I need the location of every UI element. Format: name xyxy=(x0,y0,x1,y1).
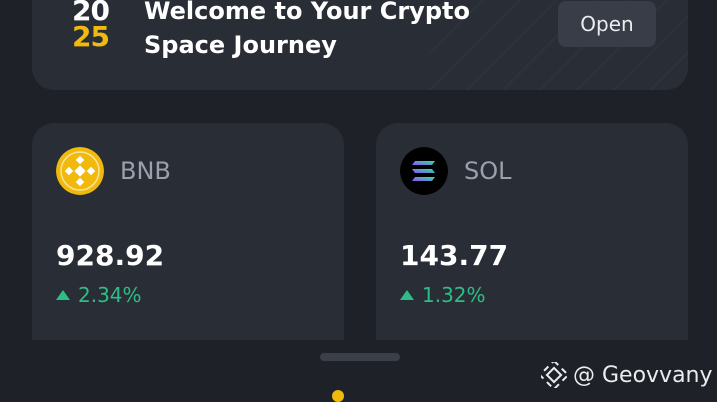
coin-price: 928.92 xyxy=(56,239,165,272)
price-change-value: 1.32% xyxy=(422,283,486,307)
price-change: 1.32% xyxy=(400,283,486,307)
page-indicator-dot xyxy=(332,390,344,402)
coin-symbol: BNB xyxy=(120,157,171,185)
up-arrow-icon xyxy=(400,290,414,300)
banner-title: Welcome to Your Crypto Space Journey xyxy=(144,0,470,59)
open-button[interactable]: Open xyxy=(558,1,656,47)
bnb-coin-icon xyxy=(56,147,104,195)
up-arrow-icon xyxy=(56,290,70,300)
sol-coin-icon xyxy=(400,147,448,195)
coin-card-sol[interactable]: SOL 143.77 1.32% xyxy=(376,123,688,363)
coin-price: 143.77 xyxy=(400,239,509,272)
coin-card-bnb[interactable]: BNB 928.92 2.34% xyxy=(32,123,344,363)
price-change-value: 2.34% xyxy=(78,283,142,307)
coin-symbol: SOL xyxy=(464,157,512,185)
welcome-banner[interactable]: 20 25 Welcome to Your Crypto Space Journ… xyxy=(32,0,688,90)
binance-square-icon xyxy=(541,362,567,388)
drag-handle[interactable] xyxy=(320,353,400,361)
watermark: @ Geovvany xyxy=(541,362,713,388)
year-2025-logo: 20 25 xyxy=(72,0,124,53)
year-logo-bottom: 25 xyxy=(72,20,110,53)
watermark-text: @ Geovvany xyxy=(573,362,713,388)
price-change: 2.34% xyxy=(56,283,142,307)
